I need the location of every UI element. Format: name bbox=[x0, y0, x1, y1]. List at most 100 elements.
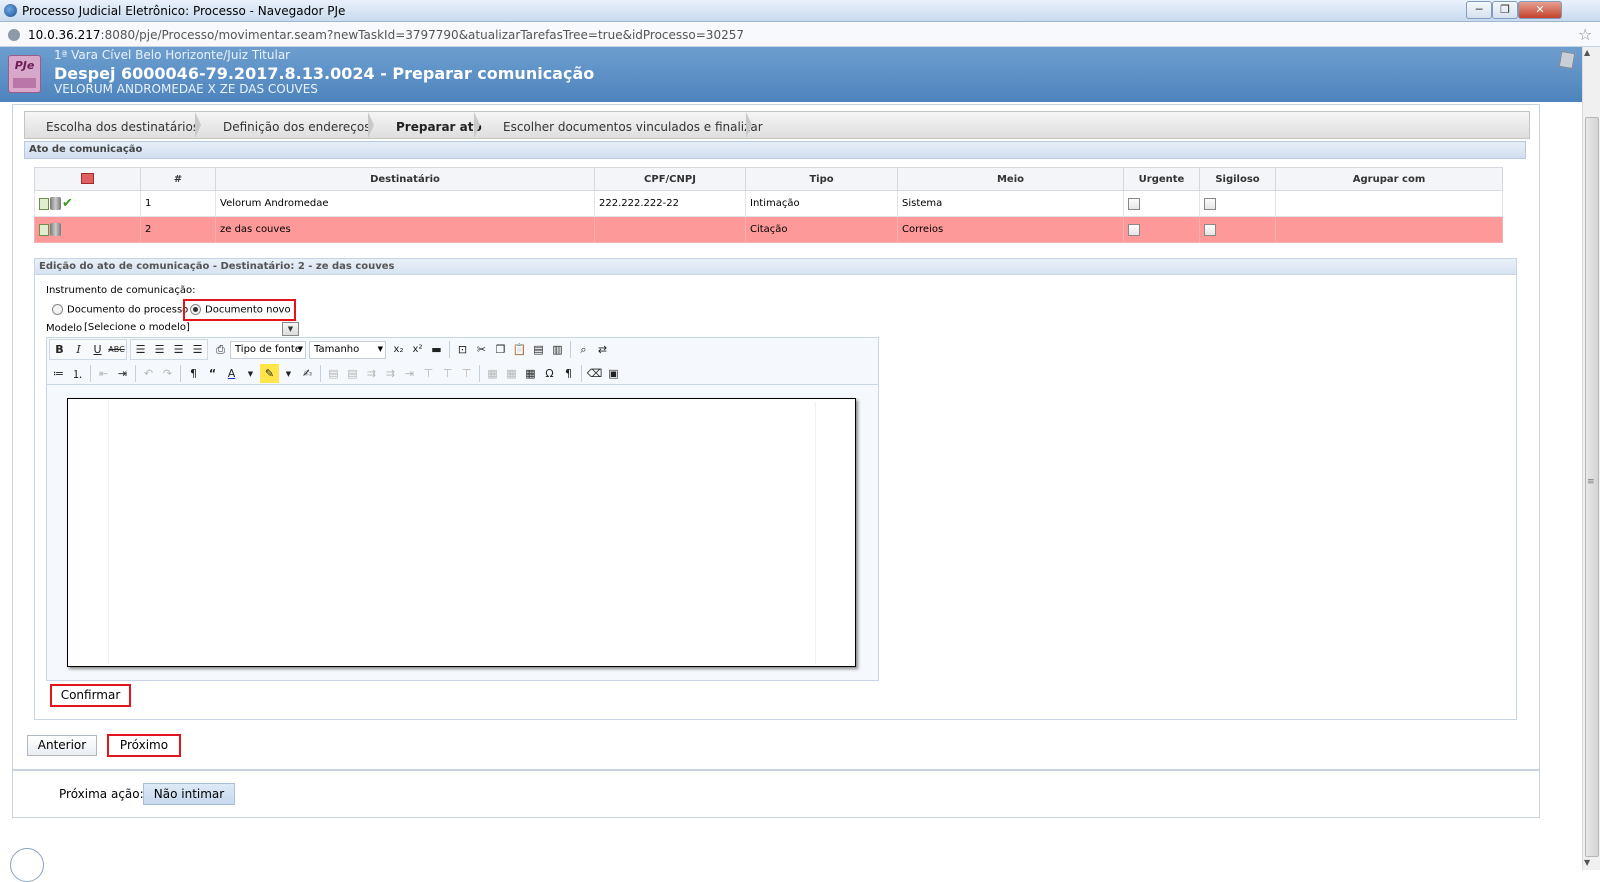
paste-word-icon[interactable]: ▥ bbox=[548, 340, 567, 359]
url-text[interactable]: 10.0.36.217:8080/pje/Processo/movimentar… bbox=[28, 28, 744, 42]
sigiloso-checkbox[interactable] bbox=[1204, 223, 1216, 236]
italic-icon[interactable]: I bbox=[69, 340, 88, 359]
undo-icon[interactable]: ↶ bbox=[139, 364, 158, 383]
editor-page[interactable] bbox=[108, 402, 816, 664]
font-size-dropdown[interactable]: Tamanho ▼ bbox=[309, 340, 386, 359]
urgente-checkbox[interactable] bbox=[1128, 223, 1140, 236]
step-escolha-destinatarios[interactable]: Escolha dos destinatários bbox=[46, 120, 199, 134]
table-row-after-icon[interactable]: ▤ bbox=[343, 364, 362, 383]
trash-icon[interactable] bbox=[50, 223, 61, 236]
radio-documento-novo[interactable]: Documento novo bbox=[183, 299, 296, 321]
check-icon: ✔ bbox=[62, 196, 73, 211]
table-row[interactable]: ✔ 1 Velorum Andromedae 222.222.222-22 In… bbox=[34, 190, 1503, 217]
radio-circle[interactable] bbox=[52, 304, 63, 315]
scroll-up-arrow-icon[interactable]: ▲ bbox=[1584, 48, 1590, 57]
row-props-icon[interactable]: ▦ bbox=[502, 364, 521, 383]
urgente-checkbox[interactable] bbox=[1128, 197, 1140, 210]
cell-props-icon[interactable]: ▦ bbox=[483, 364, 502, 383]
align-justify-icon[interactable]: ☰ bbox=[188, 340, 207, 359]
edit-document-icon[interactable] bbox=[39, 223, 49, 236]
step-preparar-ato[interactable]: Preparar ato bbox=[396, 120, 482, 134]
align-left-icon[interactable]: ☰ bbox=[131, 340, 150, 359]
superscript-icon[interactable]: x² bbox=[408, 340, 427, 359]
proximo-button[interactable]: Próximo bbox=[107, 734, 181, 757]
trash-icon[interactable] bbox=[50, 197, 61, 210]
minimize-button[interactable]: ─ bbox=[1466, 1, 1492, 19]
blockquote-icon[interactable]: “ bbox=[203, 364, 222, 383]
anterior-button[interactable]: Anterior bbox=[27, 735, 97, 756]
chevron-down-icon[interactable]: ▼ bbox=[279, 364, 298, 383]
highlight-icon[interactable]: ✎ bbox=[260, 364, 279, 383]
pilcrow-icon[interactable]: ¶ bbox=[559, 364, 578, 383]
redo-icon[interactable]: ↷ bbox=[158, 364, 177, 383]
url-path: :8080/pje/Processo/movimentar.seam?newTa… bbox=[100, 28, 744, 42]
paste-text-icon[interactable]: ▤ bbox=[529, 340, 548, 359]
bookmark-star-icon[interactable]: ☆ bbox=[1578, 25, 1592, 44]
table-col-after-icon[interactable]: ⇉ bbox=[381, 364, 400, 383]
page-title: Despej 6000046-79.2017.8.13.0024 - Prepa… bbox=[54, 64, 595, 83]
chevron-down-icon: ▼ bbox=[377, 344, 383, 353]
chevron-down-icon[interactable]: ▼ bbox=[241, 364, 260, 383]
radio-documento-processo[interactable]: Documento do processo bbox=[52, 304, 188, 316]
remove-all-icon[interactable] bbox=[81, 173, 94, 185]
outdent-icon[interactable]: ⇤ bbox=[94, 364, 113, 383]
scrollbar-thumb[interactable] bbox=[1585, 117, 1599, 857]
table-col-before-icon[interactable]: ⇉ bbox=[362, 364, 381, 383]
confirmar-button[interactable]: Confirmar bbox=[50, 684, 131, 707]
bullet-list-icon[interactable]: ≔ bbox=[49, 364, 68, 383]
scroll-down-arrow-icon[interactable]: ▼ bbox=[1584, 858, 1590, 867]
window-title: Processo Judicial Eletrônico: Processo -… bbox=[22, 4, 346, 18]
table-merge-icon[interactable]: ⊤ bbox=[419, 364, 438, 383]
align-center-icon[interactable]: ☰ bbox=[150, 340, 169, 359]
text-color-icon[interactable]: A bbox=[222, 364, 241, 383]
replace-icon[interactable]: ⇄ bbox=[593, 340, 612, 359]
bold-icon[interactable]: B bbox=[50, 340, 69, 359]
indent-icon[interactable]: ⇥ bbox=[113, 364, 132, 383]
cut-icon[interactable]: ✂ bbox=[472, 340, 491, 359]
special-char-icon[interactable]: Ω bbox=[540, 364, 559, 383]
cell-cpf bbox=[594, 216, 746, 243]
modelo-select[interactable]: [Selecione o modelo] bbox=[84, 322, 299, 336]
table-row-selected[interactable]: 2 ze das couves Citação Correios bbox=[34, 216, 1503, 243]
insert-table-icon[interactable]: ▦ bbox=[521, 364, 540, 383]
col-destinatario: Destinatário bbox=[215, 167, 595, 191]
eraser-icon[interactable]: ⌫ bbox=[585, 364, 604, 383]
font-family-dropdown[interactable]: Tipo de fonte ▼ bbox=[230, 340, 306, 359]
subscript-icon[interactable]: x₂ bbox=[389, 340, 408, 359]
horizontal-rule-icon[interactable]: ▬ bbox=[427, 340, 446, 359]
find-icon[interactable]: ⌕ bbox=[574, 340, 593, 359]
bottom-round-icon[interactable] bbox=[10, 848, 44, 882]
select-all-icon[interactable]: ⊡ bbox=[453, 340, 472, 359]
strikethrough-icon[interactable]: ABC bbox=[107, 340, 126, 359]
editor-content-area[interactable] bbox=[67, 398, 856, 667]
close-window-button[interactable]: ✕ bbox=[1518, 1, 1562, 19]
cell-num: 2 bbox=[140, 216, 216, 243]
vertical-scrollbar[interactable]: ≡ bbox=[1582, 47, 1600, 870]
fullscreen-icon[interactable]: ▣ bbox=[604, 364, 623, 383]
step-escolher-documentos[interactable]: Escolher documentos vinculados e finaliz… bbox=[503, 120, 763, 134]
paragraph-mark-icon[interactable]: ¶ bbox=[184, 364, 203, 383]
chevron-down-icon[interactable]: ▼ bbox=[282, 322, 299, 336]
edit-document-icon[interactable] bbox=[39, 197, 49, 210]
cell-agrupar bbox=[1275, 190, 1503, 217]
cell-sigiloso bbox=[1199, 190, 1276, 217]
site-info-icon[interactable] bbox=[8, 29, 20, 41]
table-row-before-icon[interactable]: ▤ bbox=[324, 364, 343, 383]
edit-icon[interactable]: ✍ bbox=[298, 364, 317, 383]
notes-icon[interactable] bbox=[1558, 50, 1576, 70]
address-bar[interactable]: 10.0.36.217:8080/pje/Processo/movimentar… bbox=[0, 22, 1600, 47]
underline-icon[interactable]: U bbox=[88, 340, 107, 359]
maximize-button[interactable]: ❐ bbox=[1492, 1, 1518, 19]
table-split-icon[interactable]: ⊤ bbox=[438, 364, 457, 383]
table-props-icon[interactable]: ⊤ bbox=[457, 364, 476, 383]
table-delete-icon[interactable]: ⇥ bbox=[400, 364, 419, 383]
sigiloso-checkbox[interactable] bbox=[1204, 197, 1216, 210]
radio-circle-selected[interactable] bbox=[190, 304, 201, 315]
numbered-list-icon[interactable]: ⒈ bbox=[68, 364, 87, 383]
step-definicao-enderecos[interactable]: Definição dos endereços bbox=[223, 120, 371, 134]
align-right-icon[interactable]: ☰ bbox=[169, 340, 188, 359]
paste-icon[interactable]: 📋 bbox=[510, 340, 529, 359]
print-icon[interactable]: ⎙ bbox=[211, 340, 230, 359]
nao-intimar-button[interactable]: Não intimar bbox=[143, 783, 235, 805]
copy-icon[interactable]: ❐ bbox=[491, 340, 510, 359]
